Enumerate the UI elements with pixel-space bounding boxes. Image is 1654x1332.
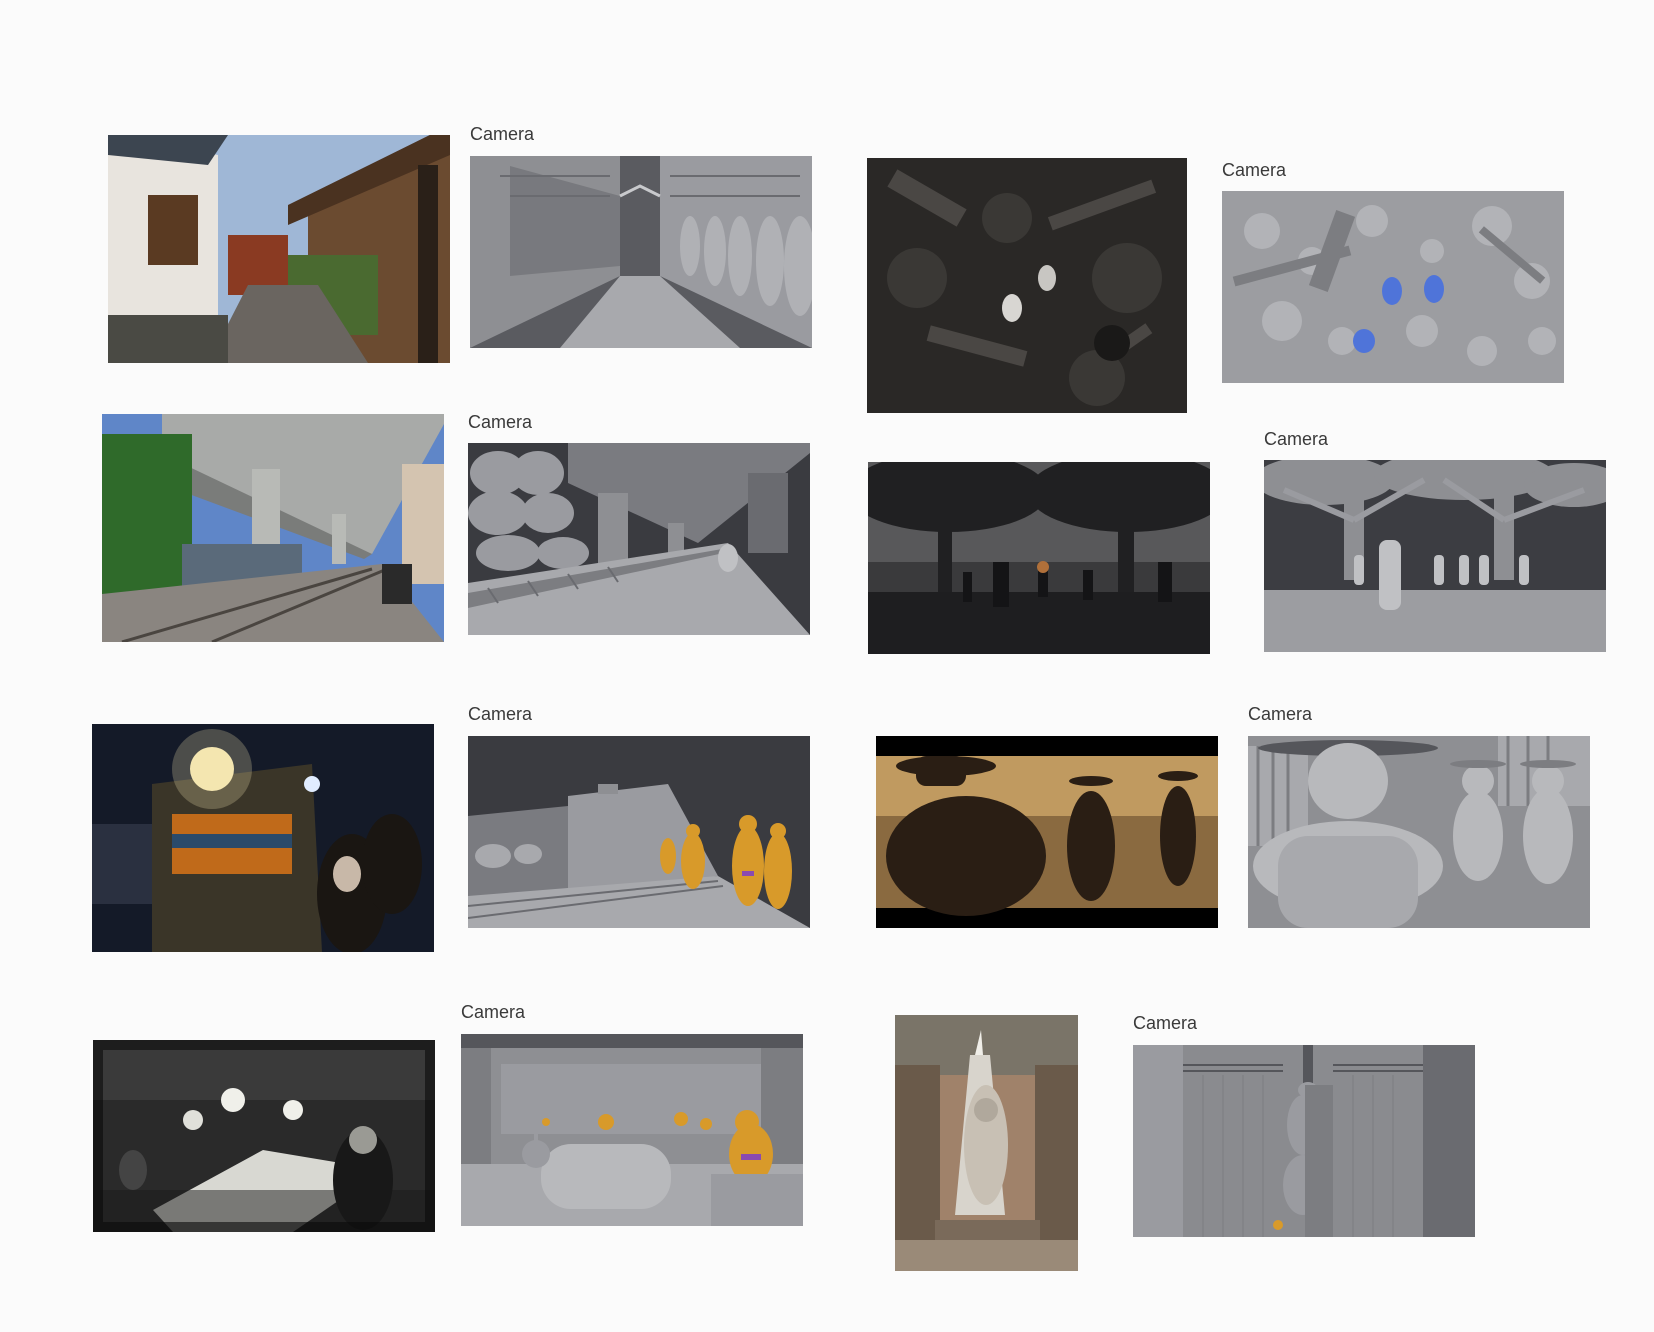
camera-label: Camera [1133,1013,1198,1033]
camera-label: Camera [1222,160,1287,180]
moodboard-canvas: Camera Camera Camera Camera Camera Camer… [0,0,1654,1332]
blockout-render-saloon[interactable] [461,1034,803,1226]
camera-label: Camera [1248,704,1313,724]
reference-image-street-alley[interactable] [108,135,450,363]
camera-label: Camera [461,1002,526,1022]
camera-label: Camera [468,704,533,724]
reference-image-misty-trees[interactable] [868,462,1210,654]
reference-image-cowboys-sunset[interactable] [876,736,1218,928]
reference-image-forest-floor[interactable] [867,158,1187,413]
blockout-render-forest-floor[interactable] [1222,191,1564,383]
reference-image-night-train[interactable] [92,724,434,952]
blockout-render-cowboys[interactable] [1248,736,1590,928]
blockout-render-trees-figures[interactable] [1264,460,1606,652]
camera-label: Camera [1264,429,1329,449]
reference-image-buddha-temple[interactable] [895,1015,1078,1271]
blockout-render-railway-overpass[interactable] [468,443,810,635]
reference-image-saloon-interior[interactable] [93,1040,435,1232]
reference-image-railway-overpass[interactable] [102,414,444,642]
blockout-render-train-platform[interactable] [468,736,810,928]
camera-label: Camera [470,124,535,144]
camera-label: Camera [468,412,533,432]
blockout-render-street-alley[interactable] [470,156,812,348]
blockout-render-buddha-temple[interactable] [1133,1045,1475,1237]
